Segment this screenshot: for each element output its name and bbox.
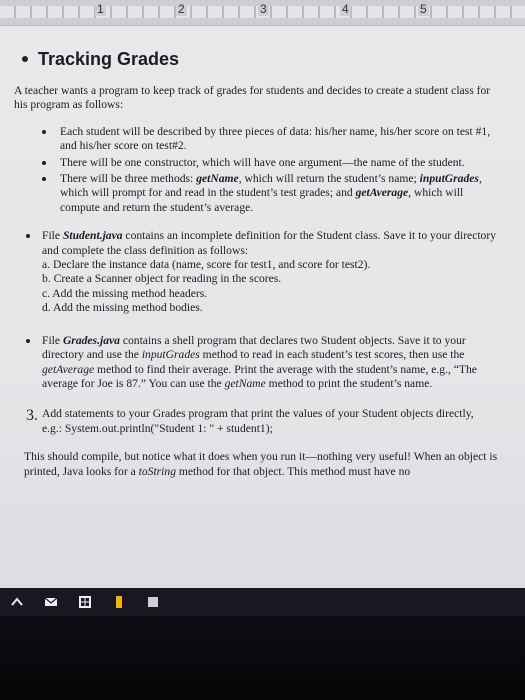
store-icon[interactable]: [78, 595, 92, 609]
bullet-icon: [26, 234, 30, 239]
ruler-mark: 4: [340, 2, 351, 16]
method-name: inputGrades: [419, 172, 479, 186]
bullet-icon: [26, 338, 30, 343]
bullet-icon: [22, 56, 28, 62]
method-name: toString: [138, 464, 176, 478]
file-name: Student.java: [62, 229, 123, 243]
start-arrow-icon[interactable]: [10, 595, 24, 609]
ruler-mark: 1: [95, 2, 106, 16]
laptop-bezel: [0, 616, 525, 700]
closing-paragraph: This should compile, but notice what it …: [24, 450, 498, 478]
method-name: getAverage: [355, 186, 409, 200]
step-line: b. Create a Scanner object for reading i…: [42, 272, 282, 286]
ruler-mark: 3: [258, 2, 269, 16]
grid-app-icon[interactable]: [146, 595, 160, 609]
document-page[interactable]: Tracking Grades A teacher wants a progra…: [14, 44, 514, 479]
step-three-item: 3. Add statements to your Grades program…: [14, 407, 494, 436]
intro-paragraph: A teacher wants a program to keep track …: [14, 84, 491, 112]
screen: 1 2 3 4 5 Tracking Grades A teacher want…: [0, 0, 525, 620]
file-name: Grades.java: [62, 333, 120, 347]
ruler-mark: 2: [176, 2, 187, 16]
student-file-item: File Student.java contains an incomplete…: [14, 229, 500, 315]
heading-text: Tracking Grades: [38, 48, 180, 69]
step-number: 3.: [26, 407, 38, 425]
mail-icon[interactable]: [44, 595, 58, 609]
bookmark-icon[interactable]: [112, 595, 126, 609]
list-item: There will be one constructor, which wil…: [42, 156, 500, 170]
section-heading: Tracking Grades: [18, 44, 514, 74]
step-text: Add statements to your Grades program th…: [42, 407, 474, 435]
method-name: getName: [196, 172, 239, 186]
step-line: d. Add the missing method bodies.: [42, 301, 203, 315]
method-name: inputGrades: [141, 348, 200, 362]
method-name: getName: [224, 376, 266, 390]
step-line: a. Declare the instance data (name, scor…: [42, 258, 371, 272]
requirements-list: Each student will be described by three …: [42, 125, 500, 215]
grades-file-item: File Grades.java contains a shell progra…: [14, 334, 500, 392]
list-item: Each student will be described by three …: [42, 125, 500, 154]
taskbar: [0, 588, 525, 616]
method-name: getAverage: [42, 362, 95, 376]
step-line: c. Add the missing method headers.: [42, 286, 208, 300]
ruler-mark: 5: [418, 2, 429, 16]
list-item: There will be three methods: getName, wh…: [42, 172, 500, 215]
ruler: 1 2 3 4 5: [0, 0, 525, 26]
